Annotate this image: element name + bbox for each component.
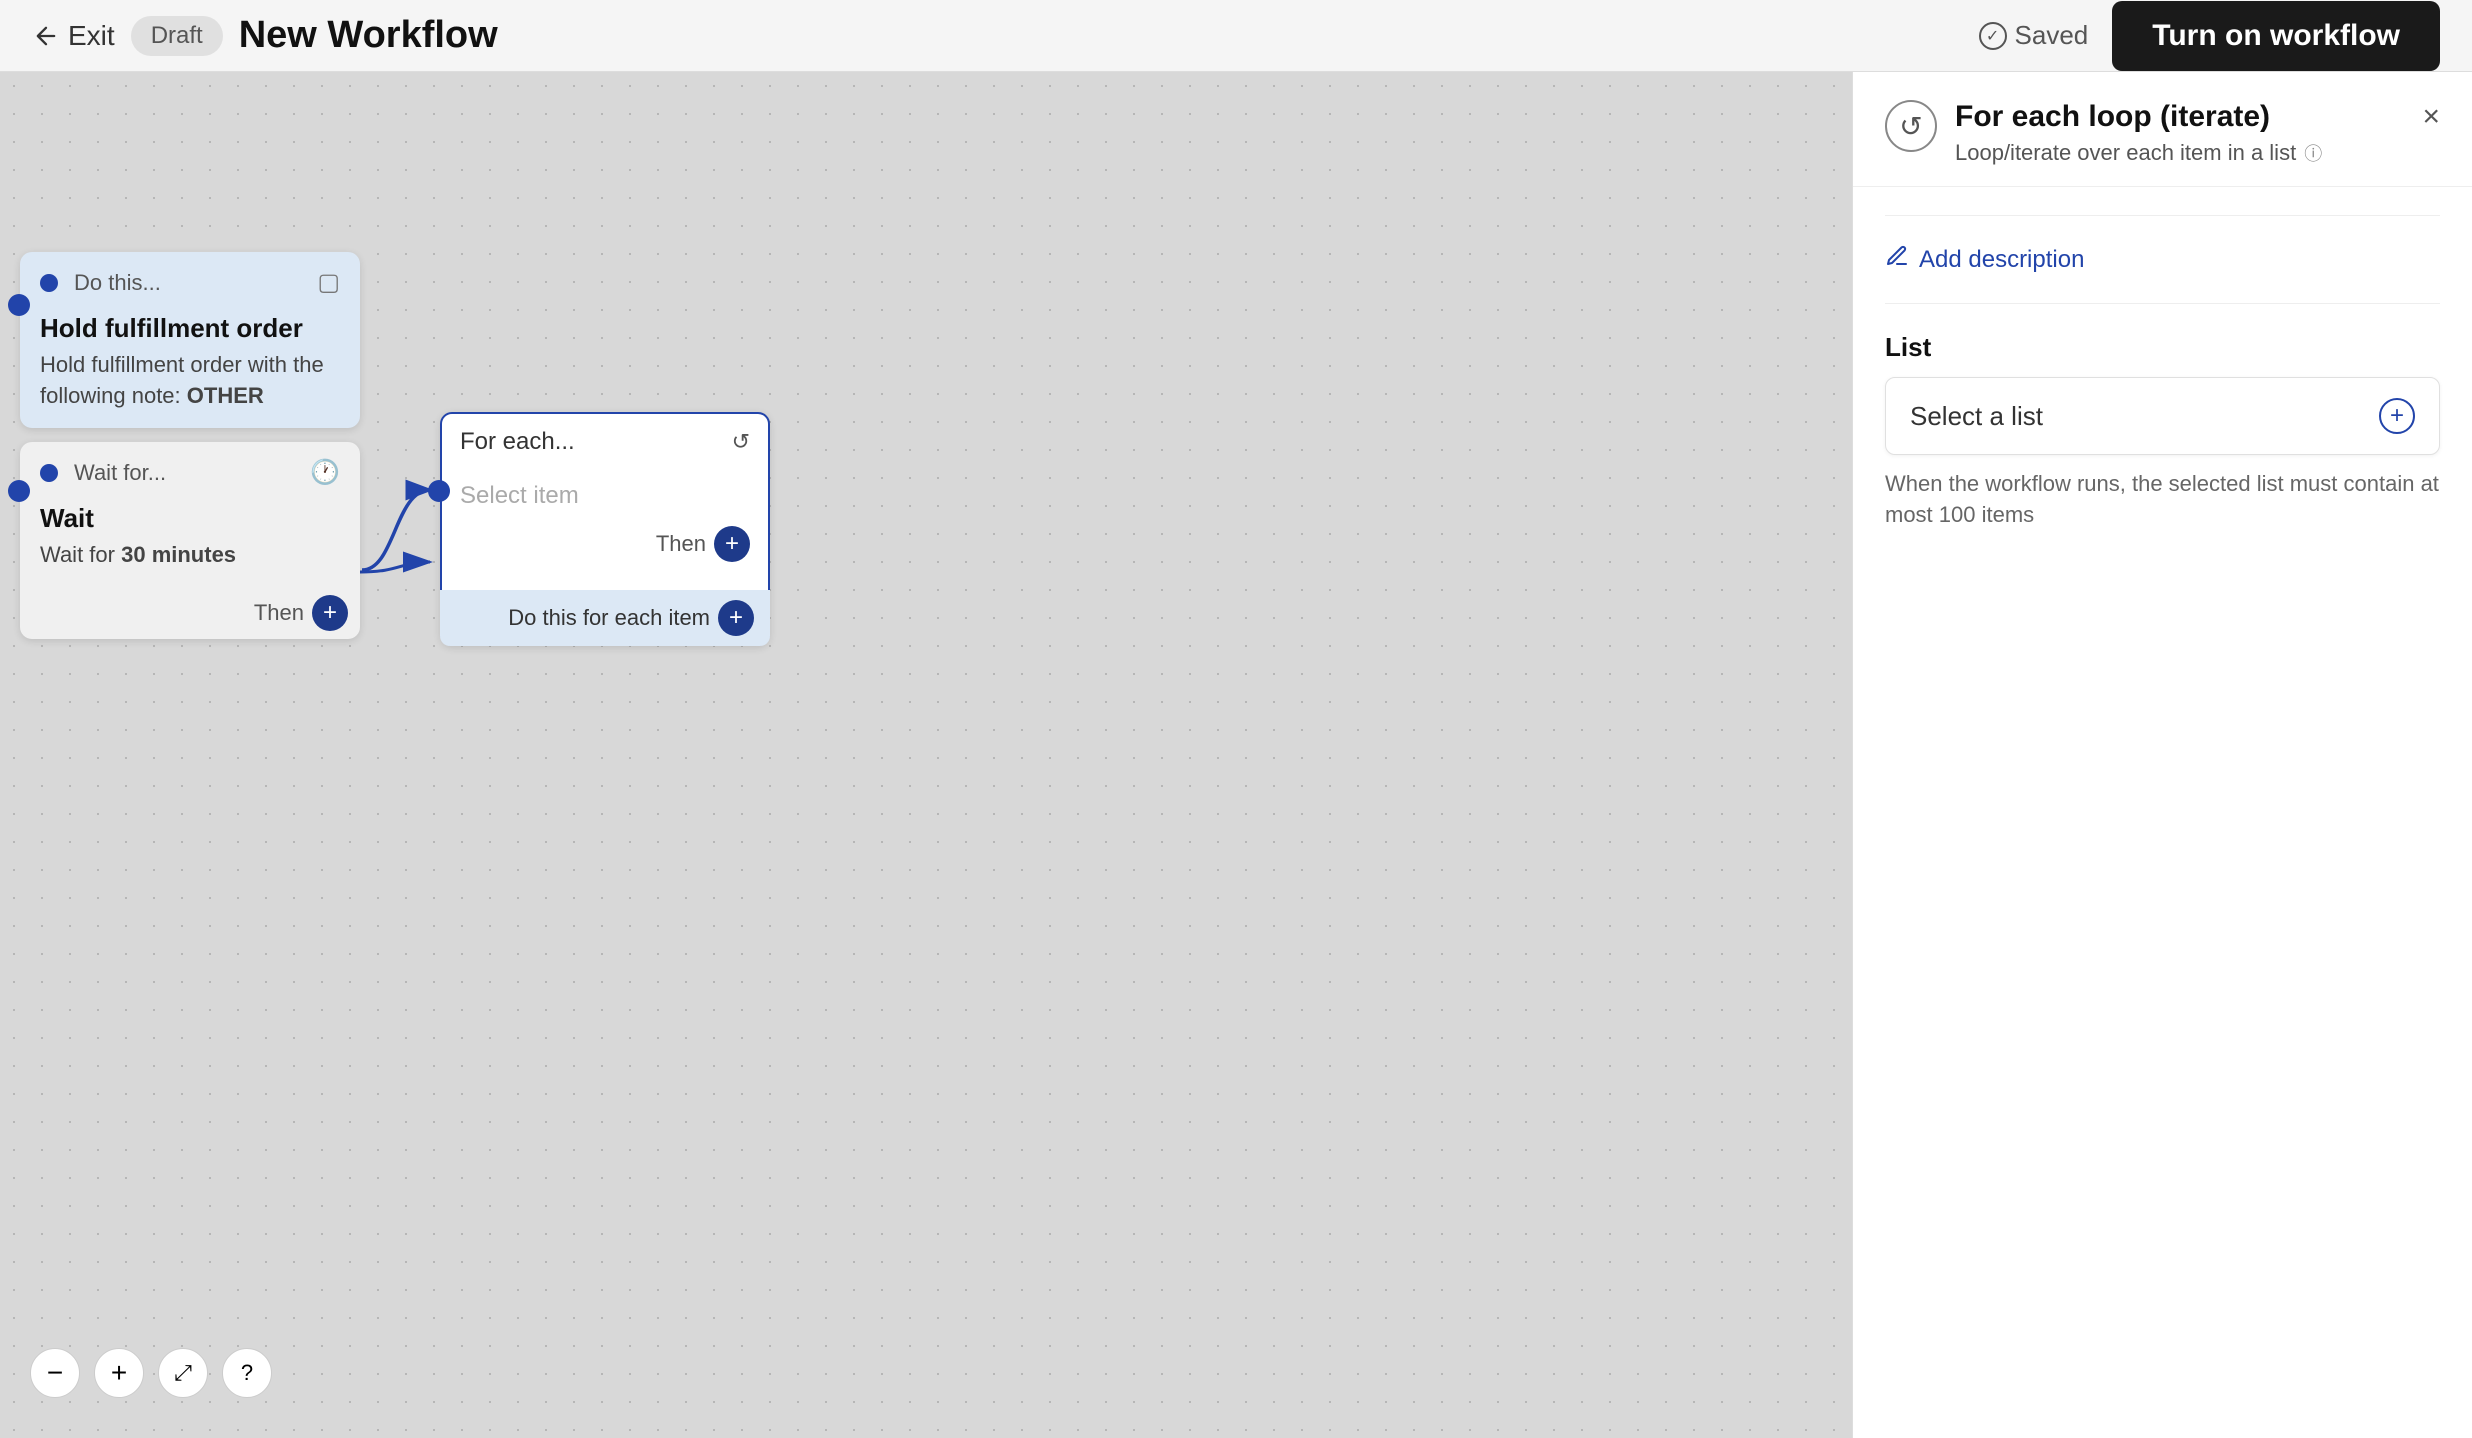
foreach-node[interactable]: For each... ↺ Select item Then + Do this… (440, 412, 770, 646)
foreach-header: For each... ↺ (442, 414, 768, 470)
panel-close-button[interactable]: × (2422, 100, 2440, 134)
panel-body: Add description List Select a list + Whe… (1853, 187, 2472, 559)
header-left: Exit Draft New Workflow (32, 14, 498, 57)
do-this-icon: ▢ (317, 268, 340, 297)
do-this-desc: Hold fulfillment order with the followin… (40, 350, 340, 412)
wait-label: Wait for... (74, 460, 166, 486)
do-this-dot (40, 274, 58, 292)
wait-label-row: Wait for... (40, 460, 166, 486)
wait-icon: 🕐 (310, 458, 340, 487)
right-panel: ↺ For each loop (iterate) Loop/iterate o… (1852, 72, 2472, 1438)
workflow-title: New Workflow (239, 14, 498, 57)
wait-footer: Then + (20, 587, 360, 639)
wait-title: Wait (40, 503, 340, 534)
panel-subtitle-text: Loop/iterate over each item in a list (1955, 140, 2296, 166)
do-this-label-row: Do this... (40, 270, 161, 296)
zoom-out-button[interactable]: − (30, 1348, 80, 1398)
header-right: ✓ Saved Turn on workflow (1979, 1, 2440, 71)
foreach-label: For each... (460, 428, 575, 456)
exit-icon (32, 22, 60, 50)
foreach-footer-add[interactable]: + (718, 600, 754, 636)
do-this-label: Do this... (74, 270, 161, 296)
foreach-select-placeholder: Select item (460, 482, 750, 510)
do-this-node: Do this... ▢ Hold fulfillment order Hold… (20, 252, 360, 428)
panel-subtitle: Loop/iterate over each item in a list ⓘ (1955, 140, 2322, 166)
foreach-then-label: Then (656, 531, 706, 557)
canvas-controls: − + ⤢ ? (30, 1348, 272, 1398)
exit-button[interactable]: Exit (32, 20, 115, 52)
panel-top-bar: ↺ For each loop (iterate) Loop/iterate o… (1853, 72, 2472, 187)
info-icon: ⓘ (2304, 140, 2322, 166)
turn-on-button[interactable]: Turn on workflow (2112, 1, 2440, 71)
panel-divider (1885, 215, 2440, 216)
add-description-button[interactable]: Add description (1885, 244, 2084, 275)
do-this-header: Do this... ▢ (20, 252, 360, 305)
do-this-title: Hold fulfillment order (40, 313, 340, 344)
do-this-left-dot (8, 294, 30, 316)
panel-title: For each loop (iterate) (1955, 100, 2322, 134)
foreach-refresh-icon[interactable]: ↺ (732, 429, 750, 455)
foreach-body: Select item Then + (442, 470, 768, 590)
add-desc-icon (1885, 244, 1909, 275)
wait-header: Wait for... 🕐 (20, 442, 360, 495)
fit-screen-button[interactable]: ⤢ (158, 1348, 208, 1398)
panel-hint: When the workflow runs, the selected lis… (1885, 469, 2440, 531)
select-list-box[interactable]: Select a list + (1885, 377, 2440, 455)
exit-label: Exit (68, 20, 115, 52)
foreach-footer-label: Do this for each item (508, 605, 710, 631)
header: Exit Draft New Workflow ✓ Saved Turn on … (0, 0, 2472, 72)
do-this-desc-bold: OTHER (187, 383, 264, 408)
panel-loop-icon: ↺ (1885, 100, 1937, 152)
wait-desc: Wait for 30 minutes (40, 540, 340, 571)
panel-icon-title: ↺ For each loop (iterate) Loop/iterate o… (1885, 100, 2322, 166)
list-section-label: List (1885, 332, 2440, 363)
saved-check-icon: ✓ (1979, 22, 2007, 50)
add-desc-label: Add description (1919, 246, 2084, 274)
do-this-body: Hold fulfillment order Hold fulfillment … (20, 305, 360, 428)
zoom-in-button[interactable]: + (94, 1348, 144, 1398)
wait-node: Wait for... 🕐 Wait Wait for 30 minutes T… (20, 442, 360, 639)
do-this-desc-prefix: Hold fulfillment order with the followin… (40, 352, 324, 408)
panel-divider2 (1885, 303, 2440, 304)
foreach-footer: Do this for each item + (440, 590, 770, 646)
wait-desc-bold: 30 minutes (121, 542, 236, 567)
wait-desc-prefix: Wait for (40, 542, 115, 567)
wait-left-dot (8, 480, 30, 502)
help-button[interactable]: ? (222, 1348, 272, 1398)
foreach-then-row: Then + (460, 526, 750, 562)
wait-then-label: Then (254, 600, 304, 626)
wait-dot (40, 464, 58, 482)
panel-title-block: For each loop (iterate) Loop/iterate ove… (1955, 100, 2322, 166)
saved-status: ✓ Saved (1979, 20, 2089, 51)
foreach-then-add[interactable]: + (714, 526, 750, 562)
wait-body: Wait Wait for 30 minutes (20, 495, 360, 587)
select-list-plus-icon[interactable]: + (2379, 398, 2415, 434)
saved-text: Saved (2015, 20, 2089, 51)
select-list-text: Select a list (1910, 401, 2043, 432)
foreach-left-dot (428, 480, 450, 502)
draft-badge: Draft (131, 16, 223, 56)
wait-add-button[interactable]: + (312, 595, 348, 631)
